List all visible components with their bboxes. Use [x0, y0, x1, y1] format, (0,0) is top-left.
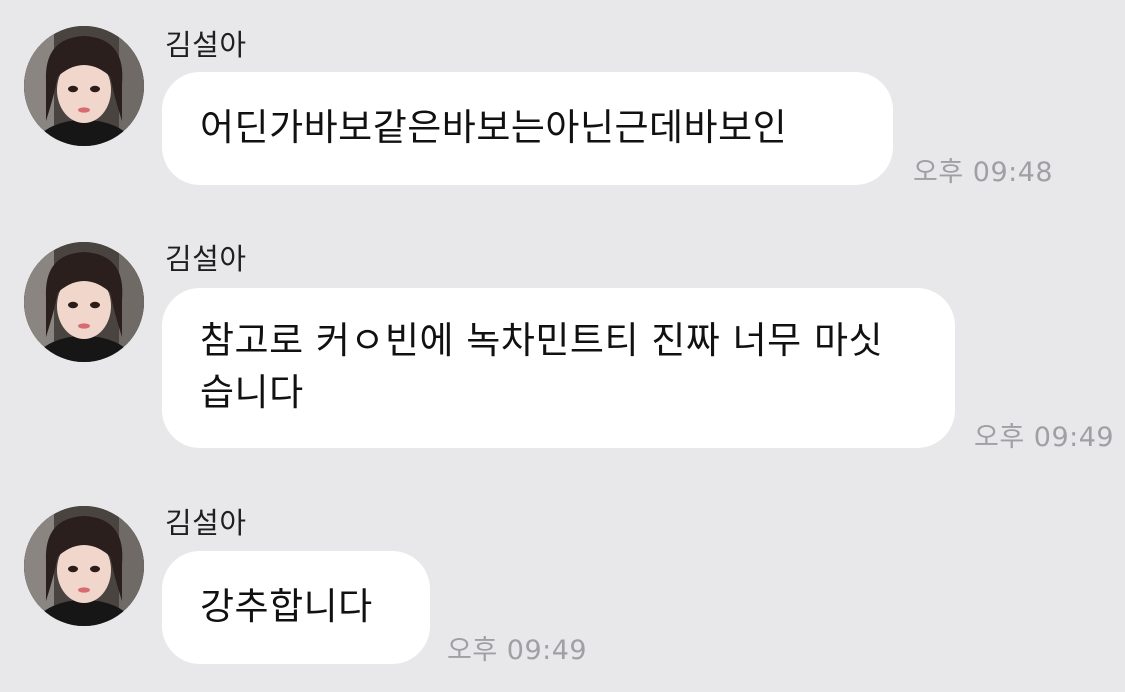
message-text: 참고로 커ㅇ빈에 녹차민트티 진짜 너무 마싯습니다 — [200, 319, 884, 414]
message-bubble[interactable]: 참고로 커ㅇ빈에 녹차민트티 진짜 너무 마싯습니다 — [162, 288, 955, 448]
profile-photo — [24, 242, 144, 362]
sender-name: 김설아 — [165, 242, 247, 276]
chat-message: 김설아 참고로 커ㅇ빈에 녹차민트티 진짜 너무 마싯습니다 오후 09:49 — [0, 216, 1125, 456]
avatar[interactable] — [24, 242, 144, 362]
message-bubble[interactable]: 어딘가바보같은바보는아닌근데바보인 — [162, 72, 893, 185]
sender-name: 김설아 — [165, 506, 247, 540]
chat-message: 김설아 강추합니다 오후 09:49 — [0, 480, 1125, 692]
avatar[interactable] — [24, 506, 144, 626]
profile-photo — [24, 506, 144, 626]
message-timestamp: 오후 09:49 — [974, 422, 1115, 453]
message-bubble[interactable]: 강추합니다 — [162, 551, 430, 664]
profile-photo — [24, 26, 144, 146]
message-text: 어딘가바보같은바보는아닌근데바보인 — [200, 106, 788, 149]
message-timestamp: 오후 09:49 — [447, 635, 588, 666]
chat-message: 김설아 어딘가바보같은바보는아닌근데바보인 오후 09:48 — [0, 0, 1125, 200]
message-text: 강추합니다 — [200, 585, 373, 628]
sender-name: 김설아 — [165, 28, 247, 62]
message-timestamp: 오후 09:48 — [913, 157, 1054, 188]
avatar[interactable] — [24, 26, 144, 146]
